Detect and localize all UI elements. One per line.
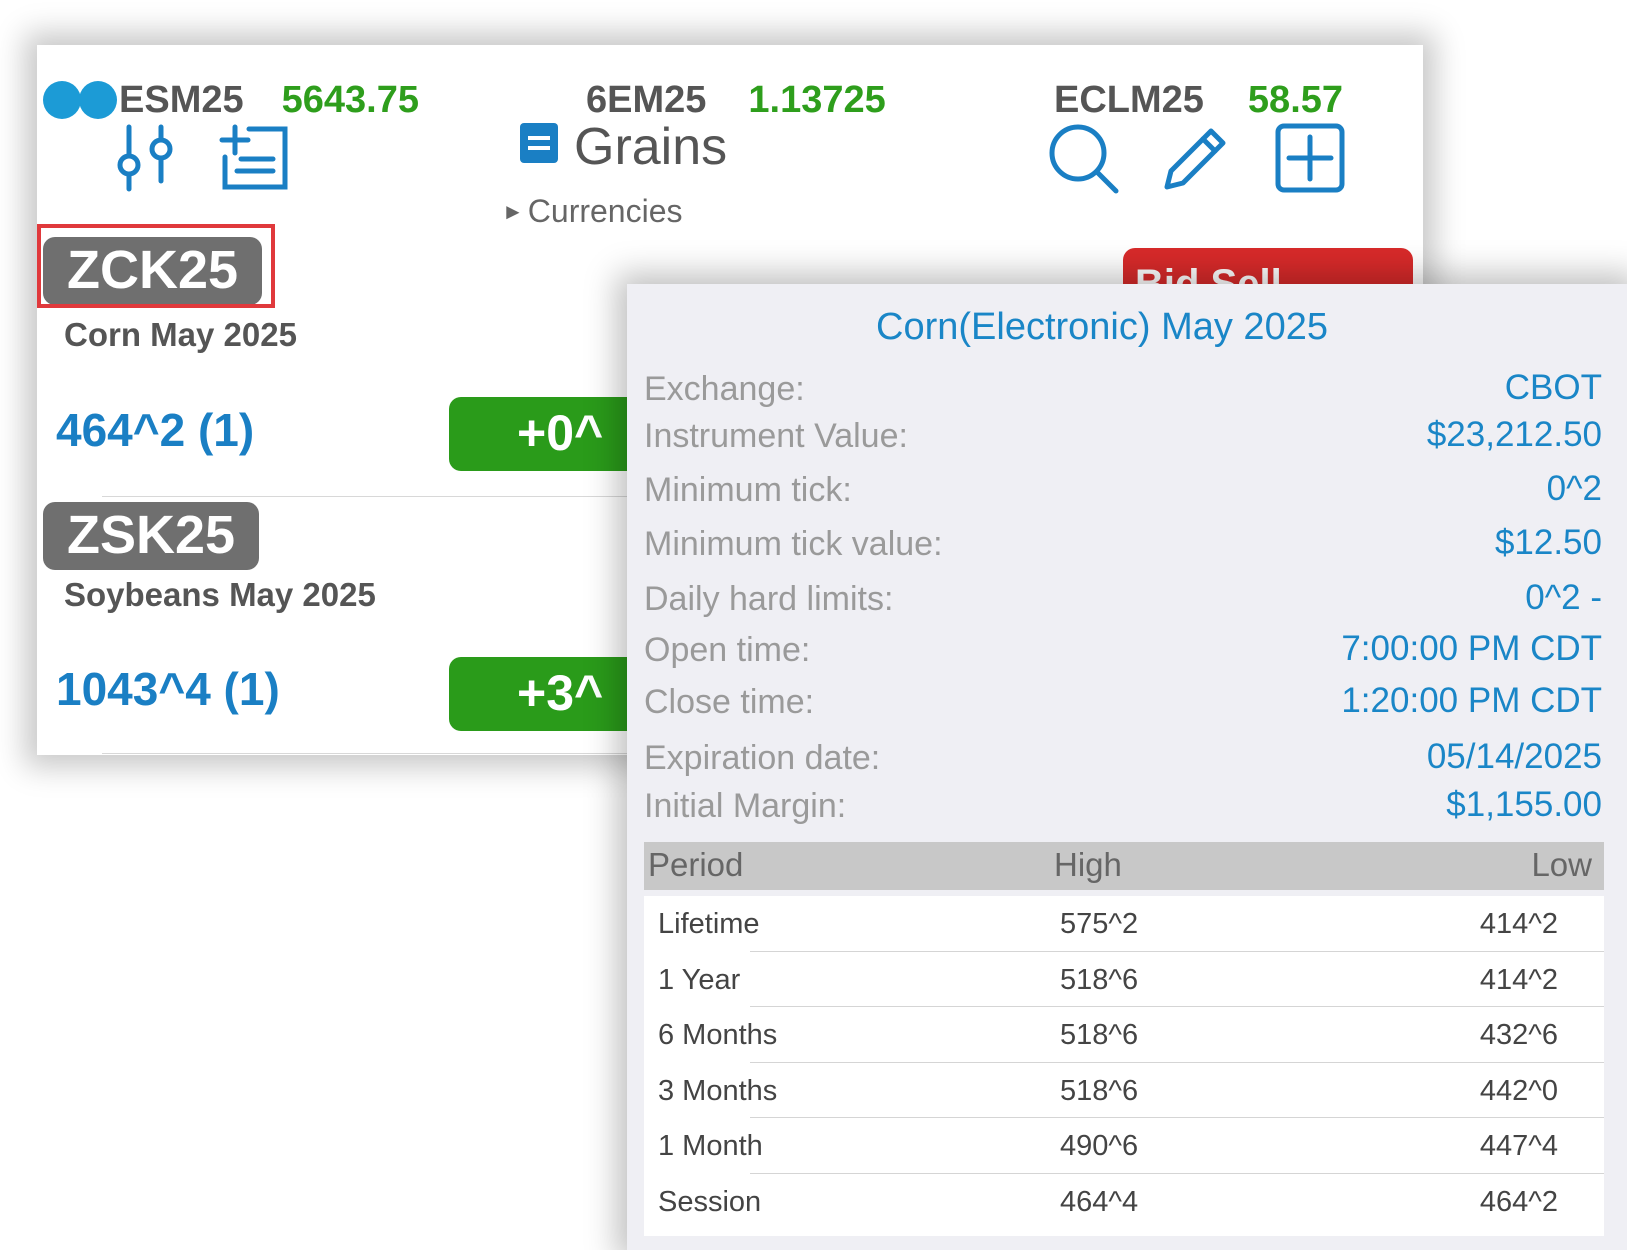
property-row-minimum-tick-value: Minimum tick value: $12.50	[644, 523, 1602, 571]
row-divider	[102, 496, 702, 497]
cell-high: 464^4	[1060, 1185, 1139, 1218]
property-row-close-time: Close time: 1:20:00 PM CDT	[644, 681, 1602, 729]
property-row-instrument-value: Instrument Value: $23,212.50	[644, 415, 1602, 463]
property-row-initial-margin: Initial Margin: $1,155.00	[644, 785, 1602, 833]
add-list-icon[interactable]	[219, 123, 291, 193]
list-menu-icon	[520, 116, 558, 176]
cell-low: 414^2	[1479, 908, 1558, 940]
property-row-daily-hard-limits: Daily hard limits: 0^2 -	[644, 578, 1602, 626]
property-row-minimum-tick: Minimum tick: 0^2	[644, 469, 1602, 517]
search-icon[interactable]	[1048, 123, 1122, 197]
ticker-es[interactable]: ESM25 5643.75	[119, 79, 419, 122]
edit-pencil-icon[interactable]	[1159, 123, 1231, 195]
property-value: CBOT	[1504, 368, 1602, 407]
ticker-price: 58.57	[1247, 79, 1344, 121]
ticker-price: 1.13725	[748, 79, 886, 121]
cell-low: 442^0	[1479, 1074, 1558, 1107]
cell-low: 414^2	[1479, 963, 1558, 996]
ticker-ecl[interactable]: ECLM25 58.57	[1054, 79, 1343, 122]
connection-status-icon	[43, 81, 117, 124]
property-label: Exchange:	[644, 370, 805, 408]
table-row: Lifetime 575^2 414^2	[644, 896, 1604, 952]
triangle-right-icon: ►	[502, 199, 524, 224]
cell-low: 432^6	[1479, 1019, 1558, 1051]
property-label: Expiration date:	[644, 739, 881, 777]
cell-period: 1 Year	[658, 963, 741, 996]
cell-period: Lifetime	[658, 908, 760, 940]
property-value: 0^2	[1546, 469, 1602, 508]
table-row: 6 Months 518^6 432^6	[644, 1007, 1604, 1063]
cell-period: 6 Months	[658, 1019, 778, 1051]
property-value: $23,212.50	[1426, 415, 1602, 454]
highlight-frame	[37, 224, 275, 308]
add-square-icon[interactable]	[1275, 123, 1345, 193]
cell-high: 490^6	[1060, 1130, 1139, 1162]
contract-last-price[interactable]: 1043^4 (1)	[56, 662, 280, 716]
cell-low: 447^4	[1479, 1130, 1558, 1162]
table-row: 1 Year 518^6 414^2	[644, 952, 1604, 1007]
property-value: $12.50	[1494, 523, 1602, 562]
property-value: 1:20:00 PM CDT	[1341, 681, 1602, 720]
property-value: $1,155.00	[1446, 785, 1602, 824]
cell-period: 1 Month	[658, 1130, 763, 1162]
property-label: Minimum tick:	[644, 471, 852, 509]
section-title-label: Grains	[574, 118, 728, 176]
table-row: Session 464^4 464^2	[644, 1174, 1604, 1230]
contract-description: Corn May 2025	[64, 316, 297, 353]
table-row: 1 Month 490^6 447^4	[644, 1118, 1604, 1174]
ticker-symbol: ECLM25	[1054, 79, 1204, 121]
column-header-high: High	[1054, 846, 1122, 883]
property-row-expiration-date: Expiration date: 05/14/2025	[644, 737, 1602, 785]
property-label: Open time:	[644, 631, 811, 669]
row-divider	[102, 753, 702, 754]
cell-high: 518^6	[1060, 963, 1139, 996]
ticker-symbol: 6EM25	[586, 79, 707, 121]
ticker-symbol: ESM25	[119, 79, 244, 121]
contract-symbol-badge[interactable]: ZSK25	[43, 502, 260, 570]
property-label: Initial Margin:	[644, 787, 847, 825]
cell-high: 575^2	[1060, 908, 1139, 940]
cell-low: 464^2	[1479, 1185, 1558, 1218]
ticker-6e[interactable]: 6EM25 1.13725	[586, 79, 886, 122]
ticker-price: 5643.75	[281, 79, 419, 121]
table-body: Lifetime 575^2 414^2 1 Year 518^6 414^2 …	[644, 896, 1604, 1236]
table-header: Period High Low	[644, 842, 1604, 890]
property-value: 0^2 -	[1525, 578, 1602, 617]
column-header-low: Low	[1531, 846, 1592, 883]
contract-info-popup: Corn(Electronic) May 2025 Exchange: CBOT…	[627, 284, 1627, 1250]
cell-period: 3 Months	[658, 1074, 778, 1107]
property-label: Minimum tick value:	[644, 525, 943, 563]
property-label: Daily hard limits:	[644, 580, 894, 618]
next-section-label: Currencies	[527, 193, 683, 229]
cell-high: 518^6	[1060, 1074, 1139, 1107]
property-label: Instrument Value:	[644, 417, 908, 455]
section-title[interactable]: Grains	[520, 117, 727, 180]
property-row-open-time: Open time: 7:00:00 PM CDT	[644, 629, 1602, 677]
column-header-period: Period	[648, 846, 744, 883]
property-value: 05/14/2025	[1426, 737, 1602, 776]
table-row: 3 Months 518^6 442^0	[644, 1063, 1604, 1118]
property-label: Close time:	[644, 683, 815, 721]
cell-period: Session	[658, 1185, 762, 1218]
settings-sliders-icon[interactable]	[115, 123, 181, 193]
cell-high: 518^6	[1060, 1019, 1139, 1051]
property-value: 7:00:00 PM CDT	[1341, 629, 1602, 668]
contract-description: Soybeans May 2025	[64, 576, 376, 613]
contract-last-price[interactable]: 464^2 (1)	[56, 403, 254, 457]
popup-title: Corn(Electronic) May 2025	[876, 306, 1328, 348]
property-row-exchange: Exchange: CBOT	[644, 368, 1602, 416]
price-range-table: Period High Low Lifetime 575^2 414^2 1 Y…	[644, 842, 1604, 1236]
next-section-link[interactable]: ► Currencies	[502, 193, 683, 230]
